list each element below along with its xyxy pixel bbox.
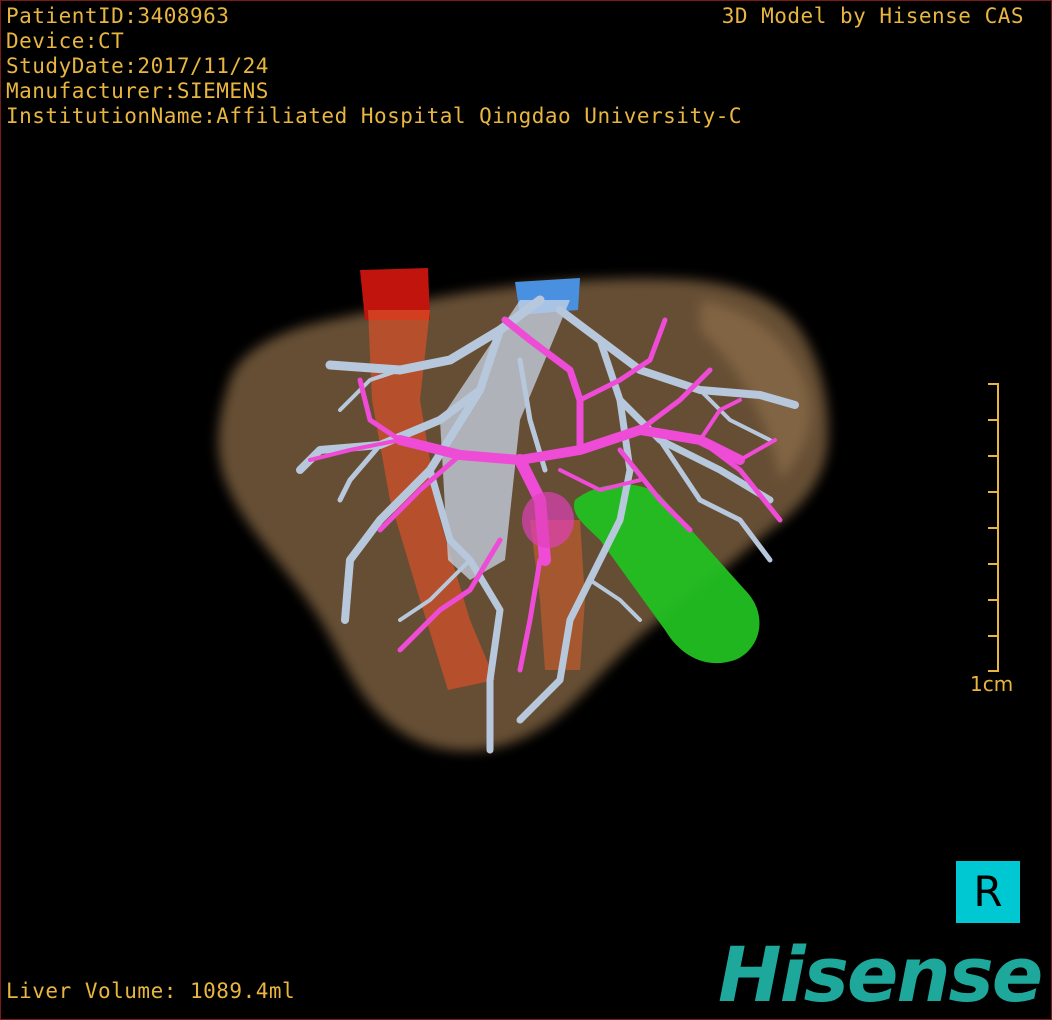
patient-id: PatientID:3408963 xyxy=(6,4,230,28)
model-credit: 3D Model by Hisense CAS xyxy=(721,4,1024,28)
3d-liver-model[interactable] xyxy=(0,0,1052,1020)
orientation-marker[interactable]: R xyxy=(956,861,1020,923)
device: Device:CT xyxy=(6,29,125,53)
hisense-logo: Hisense xyxy=(718,930,1043,1019)
scale-bar-label: 1cm xyxy=(970,672,1014,696)
study-date: StudyDate:2017/11/24 xyxy=(6,54,269,78)
patient-info: PatientID:3408963 Device:CT StudyDate:20… xyxy=(6,4,742,129)
manufacturer: Manufacturer:SIEMENS xyxy=(6,79,269,103)
scale-bar xyxy=(988,383,999,672)
liver-volume: Liver Volume: 1089.4ml xyxy=(6,979,296,1003)
institution-name: InstitutionName:Affiliated Hospital Qing… xyxy=(6,104,743,128)
portal-confluence xyxy=(522,492,574,548)
